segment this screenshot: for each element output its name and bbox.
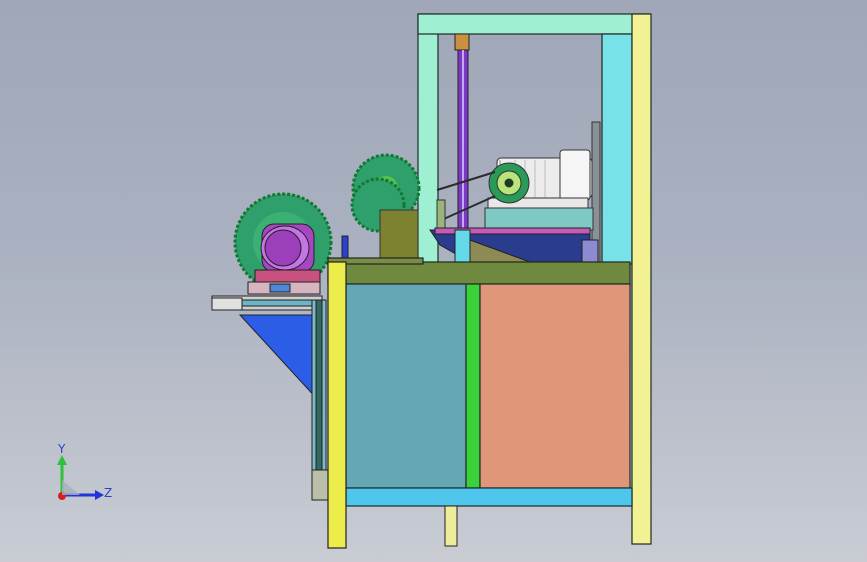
left-rail-assembly[interactable] [211, 295, 331, 501]
center-foot[interactable] [444, 505, 458, 547]
pillar-block[interactable] [436, 199, 446, 231]
machine-model[interactable] [0, 0, 867, 562]
y-axis-label: Y [58, 442, 66, 456]
gearbox-block[interactable] [379, 209, 419, 261]
lift-rod[interactable] [454, 33, 470, 236]
lower-cabinet[interactable] [345, 283, 633, 507]
left-post[interactable] [327, 261, 347, 549]
machine-bed[interactable] [327, 257, 631, 285]
axis-triad: Y Z [40, 440, 120, 510]
slide-table[interactable] [429, 227, 599, 267]
3d-viewport[interactable]: Y Z [0, 0, 867, 562]
main-motor[interactable] [484, 149, 594, 231]
z-axis-label: Z [104, 486, 113, 500]
small-blue-post [341, 235, 349, 259]
